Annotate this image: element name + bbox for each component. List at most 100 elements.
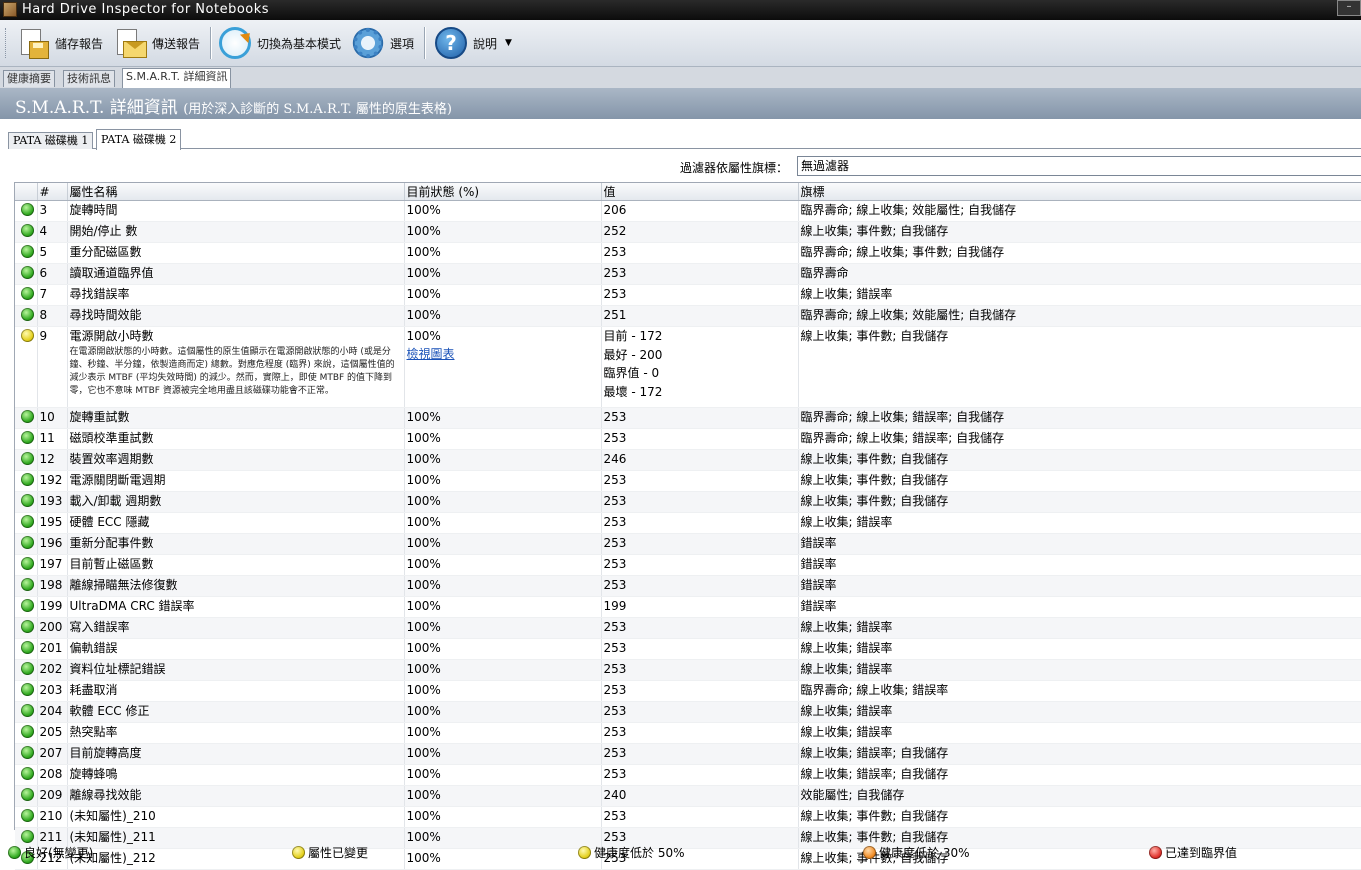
table-row[interactable]: 4 開始/停止 數 100% 252 線上收集; 事件數; 自我儲存 bbox=[15, 221, 1361, 243]
value-best: 最好 - 200 bbox=[603, 347, 663, 362]
table-row[interactable]: 3 旋轉時間 100% 206 臨界壽命; 線上收集; 效能屬性; 自我儲存 bbox=[15, 200, 1361, 222]
column-header-status[interactable] bbox=[15, 183, 38, 201]
column-header-id[interactable]: # bbox=[37, 183, 68, 201]
table-row[interactable]: 5 重分配磁區數 100% 253 臨界壽命; 線上收集; 事件數; 自我儲存 bbox=[15, 242, 1361, 264]
switch-basic-mode-button[interactable]: 切換為基本模式 bbox=[219, 25, 341, 61]
attribute-id: 200 bbox=[37, 617, 68, 639]
table-row[interactable]: 193 載入/卸載 週期數 100% 253 線上收集; 事件數; 自我儲存 bbox=[15, 491, 1361, 513]
attribute-value: 253 bbox=[601, 617, 799, 639]
attribute-name: 熱突點率 bbox=[67, 722, 405, 744]
send-report-label: 傳送報告 bbox=[152, 36, 201, 51]
attribute-value: 253 bbox=[601, 284, 799, 306]
tab-smart-details[interactable]: S.M.A.R.T. 詳細資訊 bbox=[122, 68, 232, 88]
attribute-flags: 線上收集; 錯誤率; 自我儲存 bbox=[798, 743, 1361, 765]
attribute-id: 205 bbox=[37, 722, 68, 744]
status-led-icon bbox=[21, 578, 34, 591]
help-icon: ? bbox=[435, 27, 467, 59]
tab-tech-info[interactable]: 技術訊息 bbox=[63, 70, 115, 87]
attribute-name: 開始/停止 數 bbox=[67, 221, 405, 243]
attribute-flags: 線上收集; 事件數; 自我儲存 bbox=[798, 470, 1361, 492]
table-row[interactable]: 11 磁頭校準重試數 100% 253 臨界壽命; 線上收集; 錯誤率; 自我儲存 bbox=[15, 428, 1361, 450]
attribute-flags: 臨界壽命; 線上收集; 錯誤率 bbox=[798, 680, 1361, 702]
options-button[interactable]: 選項 bbox=[352, 25, 414, 61]
table-row[interactable]: 7 尋找錯誤率 100% 253 線上收集; 錯誤率 bbox=[15, 284, 1361, 306]
status-cell bbox=[15, 701, 38, 723]
send-report-button[interactable]: 傳送報告 bbox=[114, 25, 200, 61]
table-row[interactable]: 203 耗盡取消 100% 253 臨界壽命; 線上收集; 錯誤率 bbox=[15, 680, 1361, 702]
attribute-name: 旋轉重試數 bbox=[67, 407, 405, 429]
status-led-icon bbox=[21, 329, 34, 342]
column-header-state[interactable]: 目前狀態 (%) bbox=[404, 183, 602, 201]
attribute-name: 載入/卸載 週期數 bbox=[67, 491, 405, 513]
table-row[interactable]: 209 離線尋找效能 100% 240 效能屬性; 自我儲存 bbox=[15, 785, 1361, 807]
minimize-button[interactable]: – bbox=[1337, 0, 1361, 16]
tab-disk-1[interactable]: PATA 磁碟機 1 bbox=[8, 132, 94, 149]
status-led-icon bbox=[21, 494, 34, 507]
view-chart-link[interactable]: 檢視圖表 bbox=[407, 345, 599, 363]
tab-health-summary[interactable]: 健康摘要 bbox=[3, 70, 55, 87]
status-led-icon bbox=[21, 515, 34, 528]
table-row[interactable]: 8 尋找時間效能 100% 251 臨界壽命; 線上收集; 效能屬性; 自我儲存 bbox=[15, 305, 1361, 327]
table-row-expanded[interactable]: 9 電源開啟小時數 在電源開啟狀態的小時數。這個屬性的原生值顯示在電源開啟狀態的… bbox=[15, 326, 1361, 408]
toolbar: 儲存報告 傳送報告 切換為基本模式 選項 ? 說明 ▼ bbox=[0, 20, 1361, 67]
status-led-icon bbox=[21, 536, 34, 549]
table-row[interactable]: 12 裝置效率週期數 100% 246 線上收集; 事件數; 自我儲存 bbox=[15, 449, 1361, 471]
table-row[interactable]: 198 離線掃瞄無法修復數 100% 253 錯誤率 bbox=[15, 575, 1361, 597]
table-row[interactable]: 201 偏軌錯誤 100% 253 線上收集; 錯誤率 bbox=[15, 638, 1361, 660]
filter-dropdown[interactable]: 無過濾器 bbox=[797, 156, 1361, 176]
table-row[interactable]: 196 重新分配事件數 100% 253 錯誤率 bbox=[15, 533, 1361, 555]
status-led-icon bbox=[21, 431, 34, 444]
column-header-value[interactable]: 值 bbox=[601, 183, 799, 201]
title-bar: Hard Drive Inspector for Notebooks – bbox=[0, 0, 1361, 20]
attribute-value: 246 bbox=[601, 449, 799, 471]
attribute-flags: 線上收集; 錯誤率 bbox=[798, 512, 1361, 534]
table-row[interactable]: 205 熱突點率 100% 253 線上收集; 錯誤率 bbox=[15, 722, 1361, 744]
status-cell bbox=[15, 200, 38, 222]
table-row[interactable]: 204 軟體 ECC 修正 100% 253 線上收集; 錯誤率 bbox=[15, 701, 1361, 723]
attribute-value: 253 bbox=[601, 659, 799, 681]
attribute-id: 197 bbox=[37, 554, 68, 576]
table-row[interactable]: 210 (未知屬性)_210 100% 253 線上收集; 事件數; 自我儲存 bbox=[15, 806, 1361, 828]
table-row[interactable]: 207 目前旋轉高度 100% 253 線上收集; 錯誤率; 自我儲存 bbox=[15, 743, 1361, 765]
legend-below-50-label: 健康度低於 50% bbox=[594, 846, 685, 860]
table-row[interactable]: 10 旋轉重試數 100% 253 臨界壽命; 線上收集; 錯誤率; 自我儲存 bbox=[15, 407, 1361, 429]
status-led-icon bbox=[21, 557, 34, 570]
table-row[interactable]: 208 旋轉蜂鳴 100% 253 線上收集; 錯誤率; 自我儲存 bbox=[15, 764, 1361, 786]
toolbar-grip[interactable] bbox=[5, 28, 9, 58]
table-row[interactable]: 197 目前暫止磁區數 100% 253 錯誤率 bbox=[15, 554, 1361, 576]
table-row[interactable]: 202 資料位址標記錯誤 100% 253 線上收集; 錯誤率 bbox=[15, 659, 1361, 681]
status-cell bbox=[15, 491, 38, 513]
help-button[interactable]: ? 說明 ▼ bbox=[435, 25, 512, 61]
column-header-flags[interactable]: 旗標 bbox=[798, 183, 1361, 201]
attribute-state: 100% bbox=[404, 305, 602, 327]
table-row[interactable]: 200 寫入錯誤率 100% 253 線上收集; 錯誤率 bbox=[15, 617, 1361, 639]
green-led-icon bbox=[8, 846, 21, 859]
table-row[interactable]: 199 UltraDMA CRC 錯誤率 100% 199 錯誤率 bbox=[15, 596, 1361, 618]
status-led-icon bbox=[21, 224, 34, 237]
status-led-icon bbox=[21, 788, 34, 801]
attribute-flags: 線上收集; 事件數; 自我儲存 bbox=[798, 449, 1361, 471]
attribute-flags: 線上收集; 事件數; 自我儲存 bbox=[798, 806, 1361, 828]
gear-icon bbox=[352, 27, 384, 59]
table-row[interactable]: 6 讀取通道臨界值 100% 253 臨界壽命 bbox=[15, 263, 1361, 285]
status-cell bbox=[15, 407, 38, 429]
attribute-value: 253 bbox=[601, 722, 799, 744]
attribute-state: 100% bbox=[404, 701, 602, 723]
table-row[interactable]: 192 電源關閉斷電週期 100% 253 線上收集; 事件數; 自我儲存 bbox=[15, 470, 1361, 492]
status-cell bbox=[15, 764, 38, 786]
orange-led-icon bbox=[863, 846, 876, 859]
tab-disk-2[interactable]: PATA 磁碟機 2 bbox=[96, 129, 182, 150]
attribute-value: 252 bbox=[601, 221, 799, 243]
attribute-id: 210 bbox=[37, 806, 68, 828]
attribute-name: 目前旋轉高度 bbox=[67, 743, 405, 765]
column-header-name[interactable]: 屬性名稱 bbox=[67, 183, 405, 201]
attribute-flags: 臨界壽命; 線上收集; 效能屬性; 自我儲存 bbox=[798, 200, 1361, 222]
yellow-led-icon bbox=[578, 846, 591, 859]
save-report-button[interactable]: 儲存報告 bbox=[17, 25, 103, 61]
attribute-name: 裝置效率週期數 bbox=[67, 449, 405, 471]
attribute-flags: 錯誤率 bbox=[798, 575, 1361, 597]
status-cell bbox=[15, 284, 38, 306]
table-row[interactable]: 195 硬體 ECC 隱藏 100% 253 線上收集; 錯誤率 bbox=[15, 512, 1361, 534]
attribute-state: 100% bbox=[404, 680, 602, 702]
status-cell bbox=[15, 680, 38, 702]
